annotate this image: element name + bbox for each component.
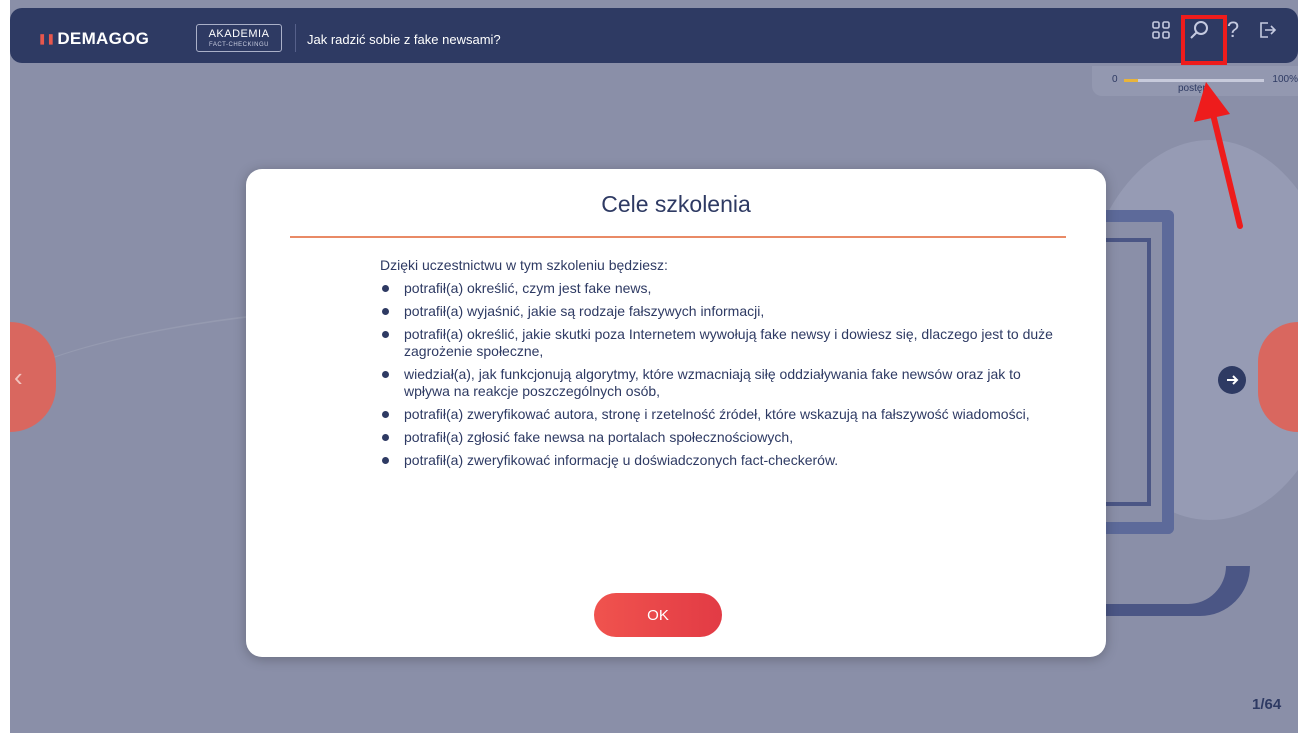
progress-end-label: 100% (1272, 74, 1298, 85)
page-counter: 1/64 (1252, 696, 1282, 713)
goals-list: potrafił(a) określić, czym jest fake new… (380, 280, 1060, 469)
laptop-screen (1105, 238, 1151, 506)
chevron-left-icon: ‹ (14, 361, 23, 392)
modal-divider (290, 236, 1066, 238)
goal-item: potrafił(a) zweryfikować autora, stronę … (380, 406, 1060, 423)
badge-line-1: AKADEMIA (208, 28, 270, 40)
progress-start-label: 0 (1112, 74, 1118, 85)
exit-icon[interactable] (1251, 14, 1283, 46)
demagog-logo[interactable]: ❚❚ DEMAGOG (38, 29, 149, 49)
progress-bar-fill (1124, 79, 1138, 82)
goal-item: potrafił(a) wyjaśnić, jakie są rodzaje f… (380, 303, 1060, 320)
akademia-badge: AKADEMIA FACT-CHECKINGU (196, 24, 282, 52)
goal-item: potrafił(a) określić, czym jest fake new… (380, 280, 1060, 297)
goal-item: potrafił(a) określić, jakie skutki poza … (380, 326, 1060, 360)
ok-button[interactable]: OK (594, 593, 722, 637)
goal-item: potrafił(a) zgłosić fake newsa na portal… (380, 429, 1060, 446)
laptop-base-inner (1100, 566, 1226, 604)
badge-line-2: FACT-CHECKINGU (208, 42, 269, 48)
logo-mark-icon: ❚❚ (38, 34, 56, 45)
annotation-arrow (1194, 82, 1243, 229)
course-title: Jak radzić sobie z fake newsami? (307, 32, 501, 47)
header-divider (295, 24, 296, 52)
goal-item: wiedział(a), jak funkcjonują algorytmy, … (380, 366, 1060, 400)
next-arrow-icon[interactable] (1218, 366, 1246, 394)
grid-icon[interactable] (1145, 14, 1177, 46)
goals-modal: Cele szkolenia Dzięki uczestnictwu w tym… (246, 169, 1106, 657)
logo-text: DEMAGOG (57, 29, 150, 48)
goals-intro: Dzięki uczestnictwu w tym szkoleniu będz… (380, 257, 668, 273)
annotation-highlight-box (1181, 15, 1227, 65)
top-bar: ❚❚ DEMAGOG AKADEMIA FACT-CHECKINGU Jak ra… (10, 8, 1298, 63)
goal-item: potrafił(a) zweryfikować informację u do… (380, 452, 1060, 469)
modal-title: Cele szkolenia (601, 191, 751, 217)
modal-content: Dzięki uczestnictwu w tym szkoleniu będz… (380, 257, 1060, 475)
